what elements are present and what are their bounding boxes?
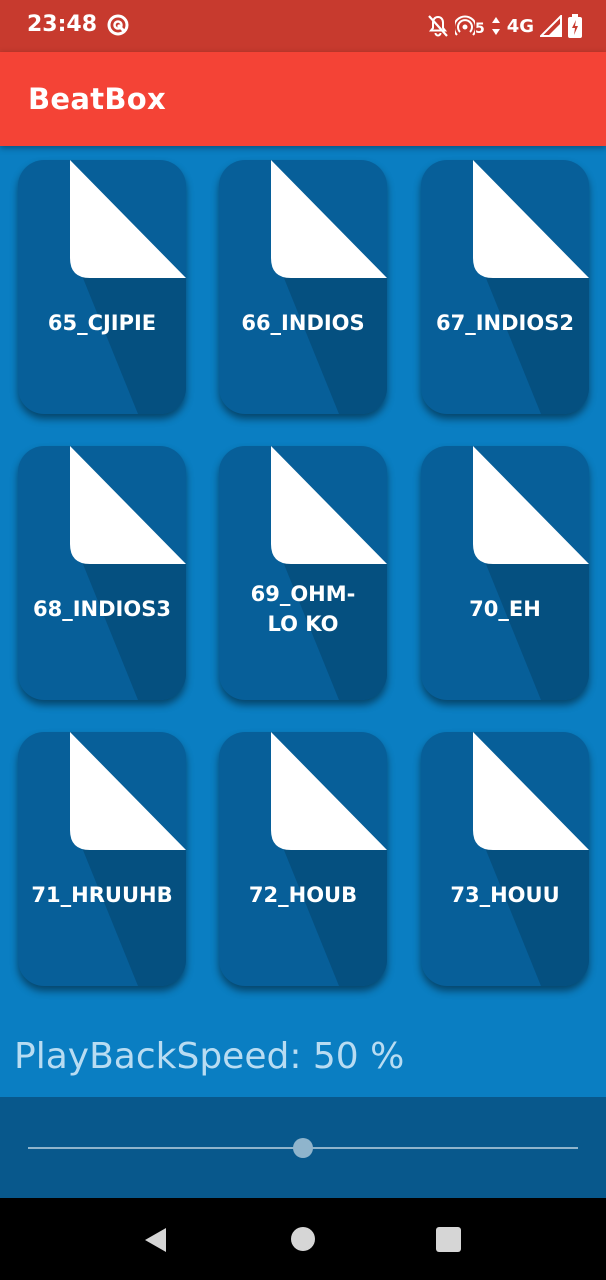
- playback-speed-slider-area: [0, 1097, 606, 1198]
- sound-label: 68_INDIOS3: [33, 597, 171, 621]
- back-icon[interactable]: [144, 1227, 168, 1258]
- sound-label: 65_CJIPIE: [47, 311, 157, 335]
- sync-circle-icon: [106, 13, 130, 37]
- signal-icon: [540, 15, 562, 37]
- sound-button-68[interactable]: 68_INDIOS3: [18, 446, 186, 700]
- sound-button-72[interactable]: 72_HOUB: [219, 732, 387, 986]
- hotspot-icon: 5: [454, 15, 485, 37]
- sound-button-70[interactable]: 70_EH: [421, 446, 589, 700]
- recents-icon[interactable]: [436, 1227, 461, 1252]
- sound-button-65[interactable]: 65_CJIPIE: [18, 160, 186, 414]
- sound-button-69[interactable]: 69_OHM-LO KO: [219, 446, 387, 700]
- notifications-off-icon: [427, 14, 449, 38]
- sound-label: 66_INDIOS: [241, 311, 365, 335]
- navigation-bar: [0, 1198, 606, 1280]
- sound-label: 72_HOUB: [248, 883, 358, 907]
- sound-label: 73_HOUU: [450, 883, 560, 907]
- status-bar: 23:48 5 4G: [0, 0, 606, 52]
- playback-speed-thumb[interactable]: [293, 1138, 313, 1158]
- sound-label: 67_INDIOS2: [436, 311, 574, 335]
- home-icon[interactable]: [291, 1227, 315, 1251]
- hotspot-count: 5: [474, 21, 485, 37]
- status-time: 23:48: [27, 12, 98, 37]
- app-bar: BeatBox: [0, 52, 606, 146]
- battery-icon: [568, 14, 582, 38]
- sound-label: 71_HRUUHB: [31, 883, 173, 907]
- sound-button-73[interactable]: 73_HOUU: [421, 732, 589, 986]
- sound-button-67[interactable]: 67_INDIOS2: [421, 160, 589, 414]
- sound-button-66[interactable]: 66_INDIOS: [219, 160, 387, 414]
- sound-button-71[interactable]: 71_HRUUHB: [18, 732, 186, 986]
- network-type: 4G: [506, 15, 534, 37]
- sound-label: 69_OHM-LO KO: [250, 582, 356, 636]
- sound-label: 70_EH: [469, 597, 541, 621]
- data-arrows-icon: [491, 16, 501, 36]
- playback-speed-label: PlayBackSpeed: 50 %: [14, 1036, 405, 1077]
- app-title: BeatBox: [28, 82, 167, 116]
